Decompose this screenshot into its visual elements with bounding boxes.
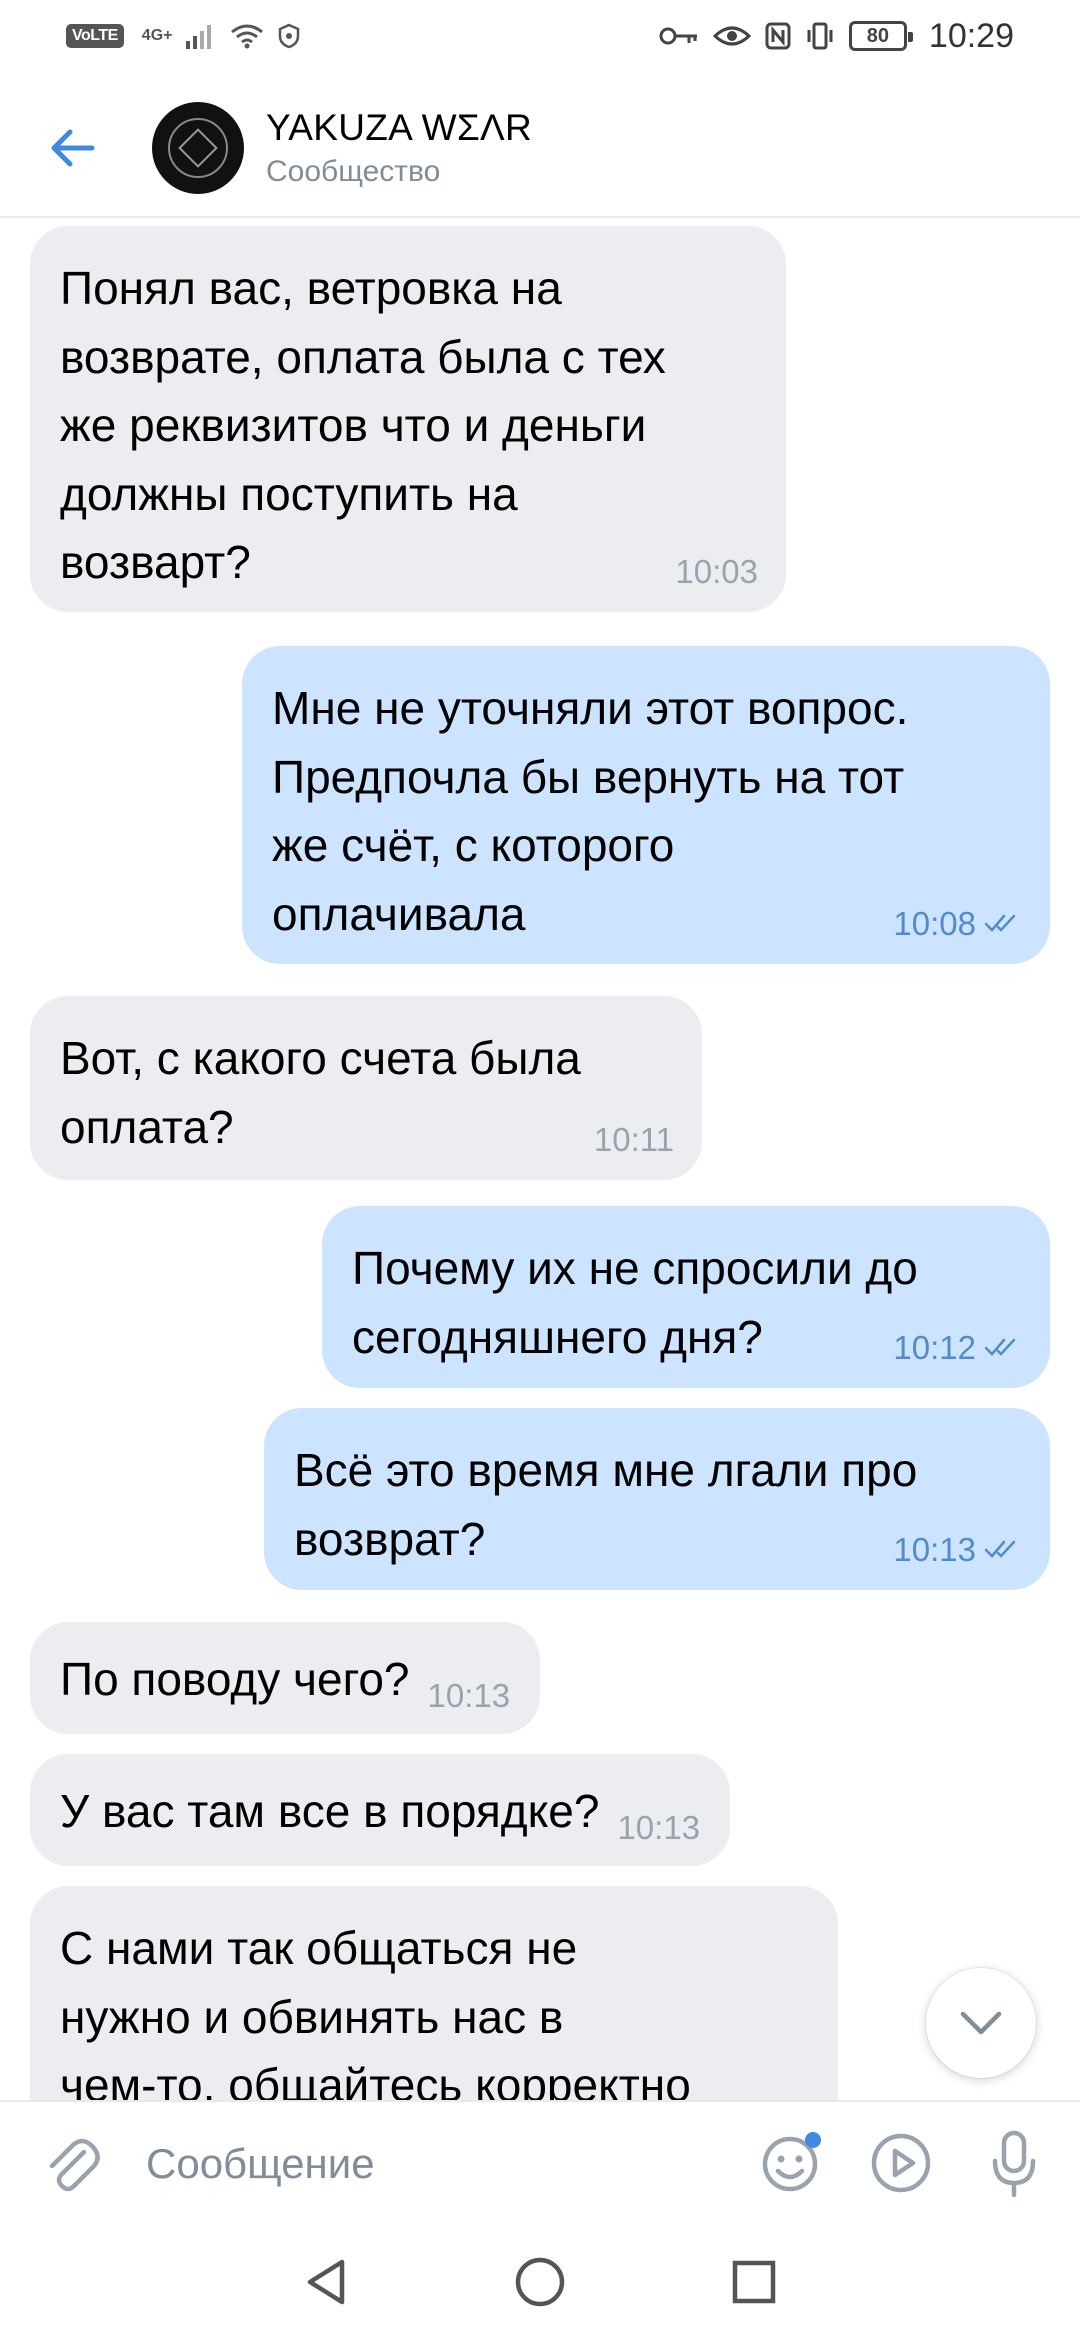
community-logo [168, 118, 228, 178]
message-meta: 10:11 [594, 1115, 674, 1164]
chat-title: YAKUZA WΣΛR [266, 107, 533, 148]
chat-subtitle: Сообщество [266, 155, 441, 188]
nav-recents-button[interactable] [730, 2258, 778, 2306]
attach-button[interactable] [34, 2126, 110, 2202]
message-meta: 10:03 [675, 547, 758, 596]
square-recents-icon [732, 2260, 776, 2304]
message-meta: 10:13 [617, 1803, 700, 1852]
volte-badge: VoLTE [66, 24, 124, 48]
eye-icon [712, 26, 751, 46]
message-bubble-incoming[interactable]: У вас там все в порядке? 10:13 [30, 1754, 731, 1866]
nfc-icon [765, 22, 791, 50]
status-bar-right: 80 10:29 [659, 17, 1014, 56]
message-bubble-incoming[interactable]: Понял вас, ветровка на возврате, оплата … [30, 226, 786, 612]
paperclip-icon [49, 2138, 100, 2192]
message-composer [0, 2100, 1080, 2224]
message-text: С нами так общаться не нужно и обвинять … [60, 1922, 691, 2100]
chat-header: YAKUZA WΣΛR Сообщество [0, 80, 1080, 218]
message-time: 10:13 [427, 1676, 511, 1714]
message-text: Понял вас, ветровка на возврате, оплата … [60, 262, 666, 589]
key-icon [659, 27, 697, 45]
double-check-icon [984, 915, 1016, 933]
message-bubble-incoming[interactable]: Вот, с какого счета была оплата? 10:11 [30, 996, 702, 1180]
message-text: У вас там все в порядке? [60, 1785, 600, 1838]
smile-icon [762, 2132, 821, 2192]
chat-titles[interactable]: YAKUZA WΣΛR Сообщество [266, 107, 532, 189]
chat-screen: VoLTE 4G+ 80 10:29 YAKUZA WΣΛR Сообществ… [0, 0, 1080, 2340]
double-check-icon [984, 1541, 1016, 1559]
voice-message-button[interactable] [976, 2122, 1052, 2206]
signal-icon [186, 25, 212, 49]
status-time: 10:29 [928, 16, 1014, 55]
back-button[interactable] [22, 98, 122, 198]
chevron-down-icon [960, 2011, 1002, 2035]
network-type: 4G+ [141, 27, 173, 44]
community-avatar[interactable] [152, 102, 244, 194]
message-bubble-outgoing[interactable]: Почему их не спросили до сегодняшнего дн… [322, 1206, 1050, 1388]
message-text: Вот, с какого счета была оплата? [60, 1032, 581, 1153]
status-bar-left: VoLTE 4G+ [66, 23, 300, 49]
message-bubble-outgoing[interactable]: Всё это время мне лгали про возврат? 10:… [264, 1408, 1050, 1590]
nav-back-button[interactable] [302, 2256, 350, 2308]
circle-home-icon [515, 2257, 565, 2307]
nav-home-button[interactable] [514, 2256, 566, 2308]
message-bubble-incoming[interactable]: По поводу чего? 10:13 [30, 1622, 541, 1734]
vibrate-icon [807, 22, 833, 50]
scroll-down-button[interactable] [926, 1968, 1036, 2078]
play-circle-icon [871, 2133, 931, 2193]
shield-icon [279, 23, 300, 49]
message-time: 10:13 [893, 1530, 976, 1568]
message-time: 10:13 [617, 1808, 701, 1846]
battery-indicator: 80 [848, 21, 913, 51]
message-input[interactable] [146, 2132, 726, 2196]
message-meta: 10:08 [893, 899, 1022, 948]
message-meta: 10:13 [428, 1671, 511, 1720]
system-nav-bar [0, 2224, 1080, 2340]
wifi-icon [231, 24, 264, 49]
arrow-left-icon [51, 129, 95, 167]
message-time: 10:08 [893, 904, 976, 942]
status-bar: VoLTE 4G+ 80 10:29 [0, 0, 1080, 72]
message-bubble-incoming[interactable]: С нами так общаться не нужно и обвинять … [30, 1886, 838, 2100]
triangle-back-icon [307, 2259, 345, 2305]
message-time: 10:11 [593, 1120, 674, 1158]
message-bubble-outgoing[interactable]: Мне не уточняли этот вопрос. Предпочла б… [242, 646, 1050, 964]
message-meta: 10:12 [893, 1323, 1022, 1372]
video-message-button[interactable] [862, 2124, 940, 2202]
message-list[interactable]: Понял вас, ветровка на возврате, оплата … [0, 220, 1080, 2100]
message-time: 10:03 [675, 552, 758, 590]
microphone-icon [992, 2130, 1036, 2198]
emoji-button[interactable] [752, 2122, 832, 2202]
message-meta: 10:13 [893, 1525, 1022, 1574]
message-time: 10:12 [893, 1328, 976, 1366]
double-check-icon [984, 1339, 1016, 1357]
message-text: По поводу чего? [60, 1653, 410, 1706]
